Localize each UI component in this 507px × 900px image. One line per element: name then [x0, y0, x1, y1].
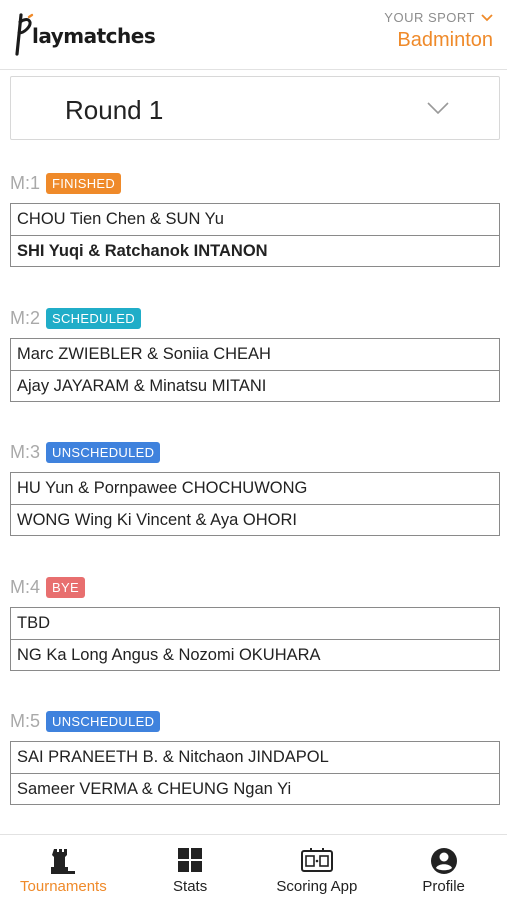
match-header: M:1 FINISHED — [10, 170, 500, 196]
status-badge: FINISHED — [46, 172, 122, 194]
scoreboard-icon — [300, 847, 333, 878]
logo-p-icon — [14, 12, 34, 56]
chevron-down-icon — [427, 101, 449, 119]
team-row[interactable]: TBD — [11, 608, 499, 639]
team-row-winner[interactable]: SHI Yuqi & Ratchanok INTANON — [11, 235, 499, 266]
nav-profile[interactable]: Profile — [380, 835, 507, 900]
nav-stats[interactable]: Stats — [127, 835, 254, 900]
round-label: Round 1 — [65, 95, 164, 125]
match-teams: SAI PRANEETH B. & Nitchaon JINDAPOL Same… — [10, 741, 500, 805]
match-number: M:5 — [10, 710, 41, 731]
bottom-nav: Tournaments Stats Scoring App Profile — [0, 834, 507, 900]
team-row[interactable]: WONG Wing Ki Vincent & Aya OHORI — [11, 504, 499, 535]
match-header: M:2 SCHEDULED — [10, 305, 500, 331]
match-teams: CHOU Tien Chen & SUN Yu SHI Yuqi & Ratch… — [10, 203, 500, 267]
team-row[interactable]: SAI PRANEETH B. & Nitchaon JINDAPOL — [11, 742, 499, 773]
sport-caption: YOUR SPORT — [384, 10, 475, 25]
team-row[interactable]: NG Ka Long Angus & Nozomi OKUHARA — [11, 639, 499, 670]
chess-castle-icon — [50, 847, 76, 880]
status-badge: UNSCHEDULED — [46, 710, 161, 732]
match-number: M:1 — [10, 172, 41, 193]
status-badge: UNSCHEDULED — [46, 441, 161, 463]
match-header: M:5 UNSCHEDULED — [10, 708, 500, 734]
status-badge: BYE — [46, 576, 85, 598]
sport-caption-row: YOUR SPORT — [384, 10, 493, 25]
team-row[interactable]: Ajay JAYARAM & Minatsu MITANI — [11, 370, 499, 401]
match-teams: Marc ZWIEBLER & Soniia CHEAH Ajay JAYARA… — [10, 338, 500, 402]
match-teams: TBD NG Ka Long Angus & Nozomi OKUHARA — [10, 607, 500, 671]
match-number: M:4 — [10, 576, 41, 597]
team-row[interactable]: HU Yun & Pornpawee CHOCHUWONG — [11, 473, 499, 504]
status-badge: SCHEDULED — [46, 307, 141, 329]
nav-label: Profile — [422, 878, 465, 895]
match-card[interactable]: M:5 UNSCHEDULED SAI PRANEETH B. & Nitcha… — [10, 708, 500, 805]
user-circle-icon — [430, 847, 458, 880]
playmatches-logo[interactable]: laymatches — [14, 12, 156, 56]
chevron-down-icon — [481, 10, 493, 25]
team-row[interactable]: Marc ZWIEBLER & Soniia CHEAH — [11, 339, 499, 370]
nav-label: Scoring App — [276, 878, 358, 895]
match-number: M:3 — [10, 441, 41, 462]
nav-scoring-app[interactable]: Scoring App — [254, 835, 381, 900]
nav-tournaments[interactable]: Tournaments — [0, 835, 127, 900]
match-teams: HU Yun & Pornpawee CHOCHUWONG WONG Wing … — [10, 472, 500, 536]
match-header: M:3 UNSCHEDULED — [10, 439, 500, 465]
match-number: M:2 — [10, 307, 41, 328]
sport-selector[interactable]: YOUR SPORT Badminton — [384, 10, 493, 52]
match-card[interactable]: M:3 UNSCHEDULED HU Yun & Pornpawee CHOCH… — [10, 439, 500, 536]
nav-label: Stats — [173, 878, 208, 895]
logo-text: laymatches — [32, 24, 156, 48]
nav-label: Tournaments — [20, 878, 107, 895]
app-header: laymatches YOUR SPORT Badminton — [0, 0, 507, 70]
sport-value: Badminton — [397, 29, 493, 51]
team-row[interactable]: Sameer VERMA & CHEUNG Ngan Yi — [11, 773, 499, 804]
match-card[interactable]: M:2 SCHEDULED Marc ZWIEBLER & Soniia CHE… — [10, 305, 500, 402]
round-dropdown[interactable]: Round 1 — [10, 76, 500, 140]
team-row[interactable]: CHOU Tien Chen & SUN Yu — [11, 204, 499, 235]
match-card[interactable]: M:4 BYE TBD NG Ka Long Angus & Nozomi OK… — [10, 574, 500, 671]
match-card[interactable]: M:1 FINISHED CHOU Tien Chen & SUN Yu SHI… — [10, 170, 500, 267]
grid-icon — [177, 847, 203, 878]
match-header: M:4 BYE — [10, 574, 500, 600]
